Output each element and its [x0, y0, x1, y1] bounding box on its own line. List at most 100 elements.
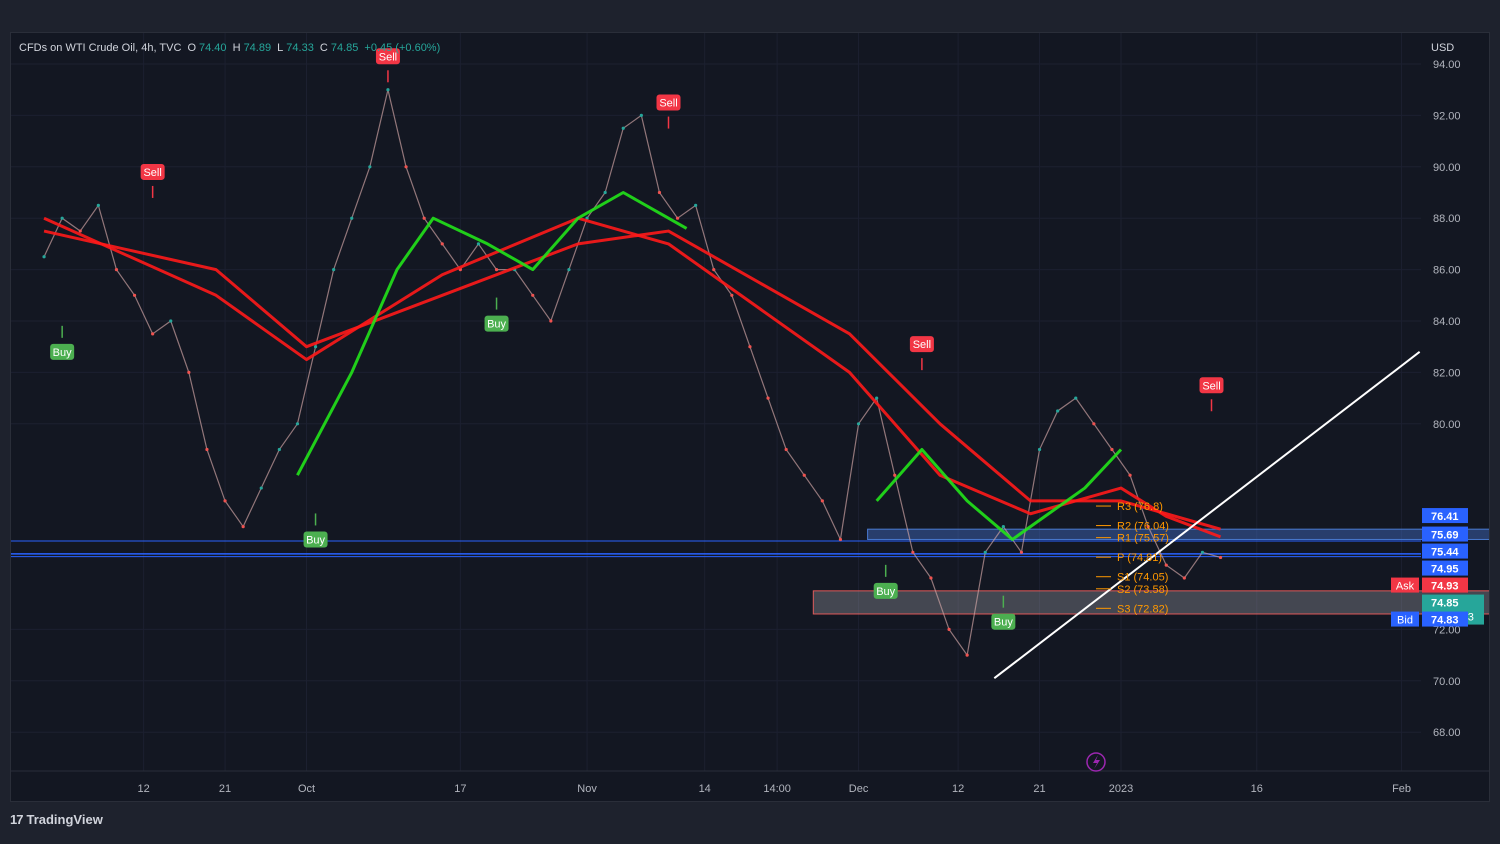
x-tick-label: Dec — [849, 783, 869, 795]
price-point — [1037, 447, 1042, 452]
price-point — [114, 268, 119, 272]
price-point — [730, 293, 734, 297]
price-point — [42, 255, 46, 259]
chart-panel[interactable]: Sell Buy Buy Sell Buy Sell Buy Sell Buy Sell R3 (7… — [10, 32, 1490, 802]
price-point — [1164, 563, 1168, 567]
price-badge-label: 75.69 — [1431, 530, 1459, 542]
price-point — [766, 396, 770, 400]
price-point — [1001, 525, 1005, 529]
x-tick-label: Oct — [298, 783, 315, 795]
y-tick-label: 90.00 — [1433, 162, 1461, 174]
price-point — [820, 499, 824, 503]
y-tick-label: 70.00 — [1433, 676, 1461, 688]
ema-line — [875, 448, 1123, 541]
price-point — [205, 447, 209, 452]
price-point — [1200, 550, 1205, 554]
price-point — [404, 165, 408, 169]
x-tick-label: 16 — [1251, 783, 1263, 795]
price-chart[interactable]: SellBuyBuySellBuySellBuySellBuySellR3 (7… — [11, 33, 1490, 802]
price-point — [169, 319, 173, 323]
x-tick-label: 12 — [137, 783, 149, 795]
price-point — [856, 422, 861, 426]
price-point — [929, 576, 933, 580]
price-badge-label: 74.93 — [1431, 581, 1459, 593]
price-point — [947, 627, 951, 632]
tradingview-brand[interactable]: 17 TradingView — [10, 812, 103, 827]
sell-signal: Sell — [140, 163, 165, 198]
price-point — [1092, 422, 1096, 426]
signal-label: Buy — [876, 586, 895, 598]
signal-label: Buy — [994, 617, 1013, 629]
price-point — [277, 447, 281, 452]
legend-title: CFDs on WTI Crude Oil, 4h, TVC — [19, 42, 182, 54]
price-point — [893, 473, 897, 477]
y-tick-label: 80.00 — [1433, 419, 1461, 431]
signal-label: Sell — [659, 98, 677, 110]
price-point — [187, 370, 191, 374]
x-tick-label: 17 — [454, 783, 466, 795]
signal-label: Buy — [487, 319, 506, 331]
legend-close-label: C — [319, 42, 328, 54]
ema-line — [43, 229, 1221, 531]
legend-high: 74.89 — [243, 42, 272, 54]
signal-label: Buy — [53, 347, 72, 359]
price-point — [911, 550, 915, 554]
price-point — [639, 113, 643, 117]
price-point — [132, 293, 137, 297]
price-badge-label: 74.85 — [1431, 598, 1459, 610]
legend-open-label: O — [187, 42, 197, 54]
sell-signal: Sell — [656, 94, 681, 129]
price-point — [259, 486, 263, 490]
legend-high-label: H — [232, 42, 241, 54]
pivot-label: S3 (72.82) — [1117, 603, 1168, 615]
y-tick-label: 94.00 — [1433, 59, 1461, 71]
pivot-label: R1 (75.57) — [1117, 533, 1169, 545]
price-point — [494, 268, 499, 272]
lightning-icon — [1086, 752, 1106, 772]
tradingview-logo-icon: 17 — [10, 812, 24, 827]
price-point — [657, 190, 662, 195]
price-point — [313, 345, 318, 349]
price-point — [1218, 555, 1223, 560]
price-point — [422, 216, 426, 220]
price-point — [241, 525, 245, 529]
y-tick-label: 82.00 — [1433, 367, 1461, 379]
price-badge-label: 74.95 — [1431, 564, 1459, 576]
price-point — [802, 473, 806, 477]
legend-low-label: L — [277, 42, 284, 54]
currency-label[interactable]: USD — [1431, 42, 1454, 54]
signal-label: Sell — [143, 167, 161, 179]
price-point — [675, 216, 680, 220]
price-point — [151, 332, 155, 336]
y-tick-label: 92.00 — [1433, 110, 1461, 122]
sell-signal: Sell — [909, 336, 934, 371]
legend-low: 74.33 — [286, 42, 314, 54]
price-point — [784, 447, 788, 452]
price-point — [78, 229, 82, 233]
price-point — [748, 345, 752, 349]
price-point — [983, 550, 987, 554]
x-tick-label: 21 — [1033, 783, 1045, 795]
y-tick-label: 84.00 — [1433, 316, 1461, 328]
legend-close: 74.85 — [330, 42, 359, 54]
price-point — [603, 190, 607, 195]
price-point — [567, 268, 571, 272]
x-tick-label: 21 — [219, 783, 231, 795]
price-badge-tag-label: Bid — [1397, 615, 1413, 627]
x-tick-label: 14 — [699, 783, 711, 795]
x-tick-label: 2023 — [1109, 783, 1133, 795]
price-point — [440, 242, 444, 246]
y-tick-label: 86.00 — [1433, 265, 1461, 277]
price-point — [1019, 550, 1024, 554]
lightning-bolt — [1093, 755, 1100, 769]
y-tick-label: 68.00 — [1433, 727, 1461, 739]
pivot-label: S2 (73.58) — [1117, 584, 1168, 596]
x-tick-label: Nov — [577, 783, 597, 795]
price-point — [386, 88, 390, 92]
price-badge-label: 74.83 — [1431, 615, 1459, 627]
x-tick-label: Feb — [1392, 783, 1411, 795]
ohlc-legend: CFDs on WTI Crude Oil, 4h, TVC O 74.40 H7… — [19, 42, 443, 54]
price-point — [965, 653, 969, 657]
signal-label: Sell — [1202, 380, 1220, 392]
price-point — [621, 126, 625, 130]
